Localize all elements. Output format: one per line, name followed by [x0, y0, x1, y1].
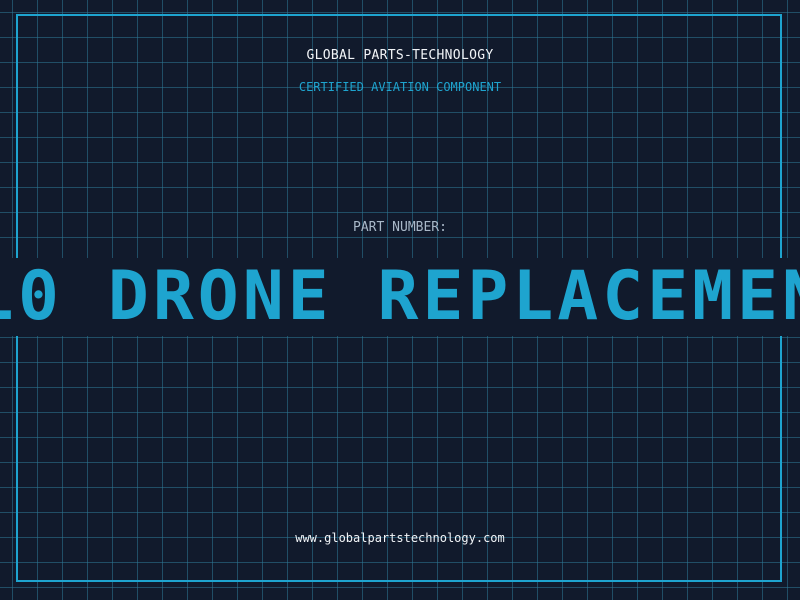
part-number-label: PART NUMBER: — [353, 220, 447, 235]
certification-subtitle: CERTIFIED AVIATION COMPONENT — [298, 80, 502, 94]
part-number-band: Q10 DRONE REPLACEMENT — [0, 258, 800, 336]
label-card: GLOBAL PARTS-TECHNOLOGY CERTIFIED AVIATI… — [0, 0, 800, 600]
website-url: www.globalpartstechnology.com — [295, 531, 505, 545]
part-number-value: Q10 DRONE REPLACEMENT — [0, 258, 800, 336]
company-name: GLOBAL PARTS-TECHNOLOGY — [306, 48, 494, 63]
